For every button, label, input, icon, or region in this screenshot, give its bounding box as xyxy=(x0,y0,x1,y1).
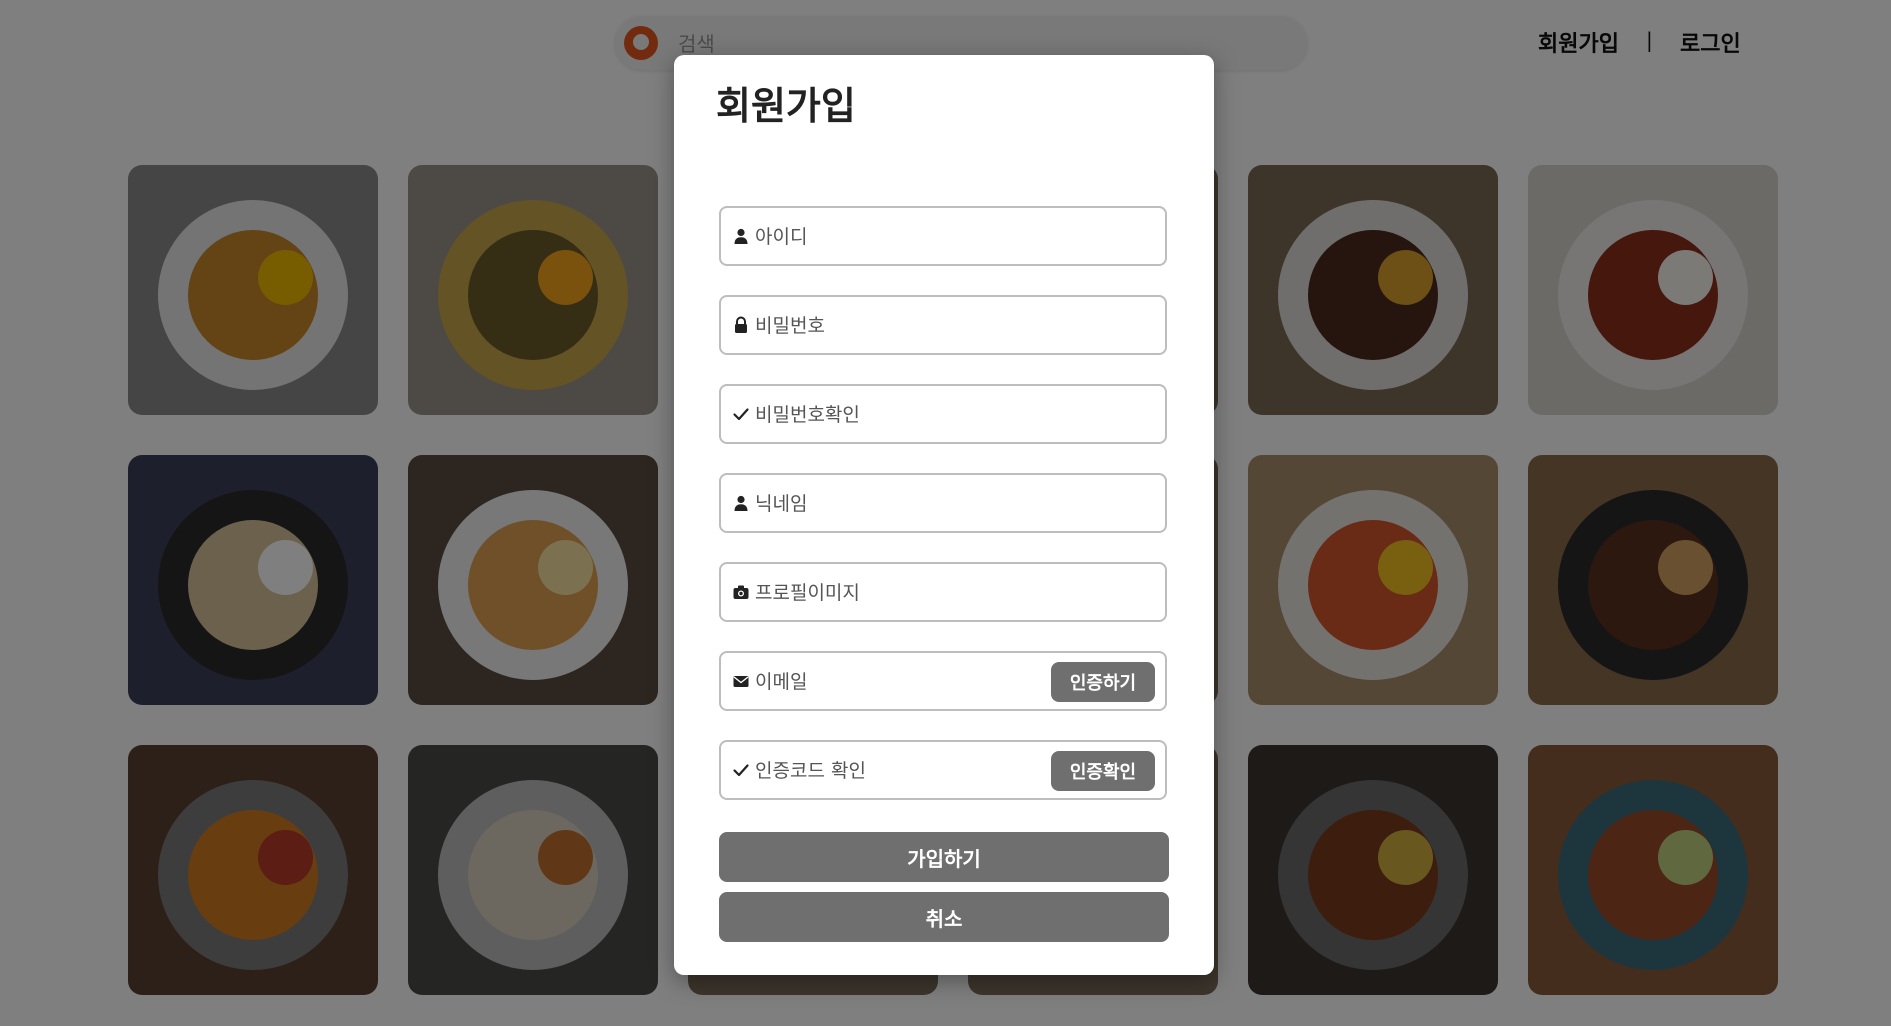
check-icon xyxy=(733,764,749,777)
envelope-icon xyxy=(733,676,749,687)
lock-icon xyxy=(735,316,747,333)
submit-signup-button[interactable]: 가입하기 xyxy=(719,832,1169,882)
check-icon xyxy=(733,408,749,421)
email-input[interactable] xyxy=(755,665,1045,699)
password-confirm-input[interactable] xyxy=(755,398,1045,432)
password-field[interactable] xyxy=(719,295,1167,355)
send-verification-button[interactable]: 인증하기 xyxy=(1051,662,1155,702)
id-field[interactable] xyxy=(719,206,1167,266)
id-input[interactable] xyxy=(755,220,1045,254)
email-field[interactable]: 인증하기 xyxy=(719,651,1167,711)
camera-icon xyxy=(733,585,749,599)
signup-modal: 회원가입 인증하기 인증확인 xyxy=(674,55,1214,975)
profile-image-field[interactable] xyxy=(719,562,1167,622)
verify-code-input[interactable] xyxy=(755,754,1045,788)
verify-code-field[interactable]: 인증확인 xyxy=(719,740,1167,800)
password-input[interactable] xyxy=(755,309,1045,343)
page: 검색 회원가입 | 로그인 회원가입 xyxy=(0,0,1891,1026)
user-icon xyxy=(734,228,748,244)
user-icon xyxy=(734,495,748,511)
password-confirm-field[interactable] xyxy=(719,384,1167,444)
modal-title: 회원가입 xyxy=(716,84,856,128)
confirm-verification-button[interactable]: 인증확인 xyxy=(1051,751,1155,791)
nickname-input[interactable] xyxy=(755,487,1045,521)
cancel-button[interactable]: 취소 xyxy=(719,892,1169,942)
profile-image-input[interactable] xyxy=(755,576,1045,610)
nickname-field[interactable] xyxy=(719,473,1167,533)
